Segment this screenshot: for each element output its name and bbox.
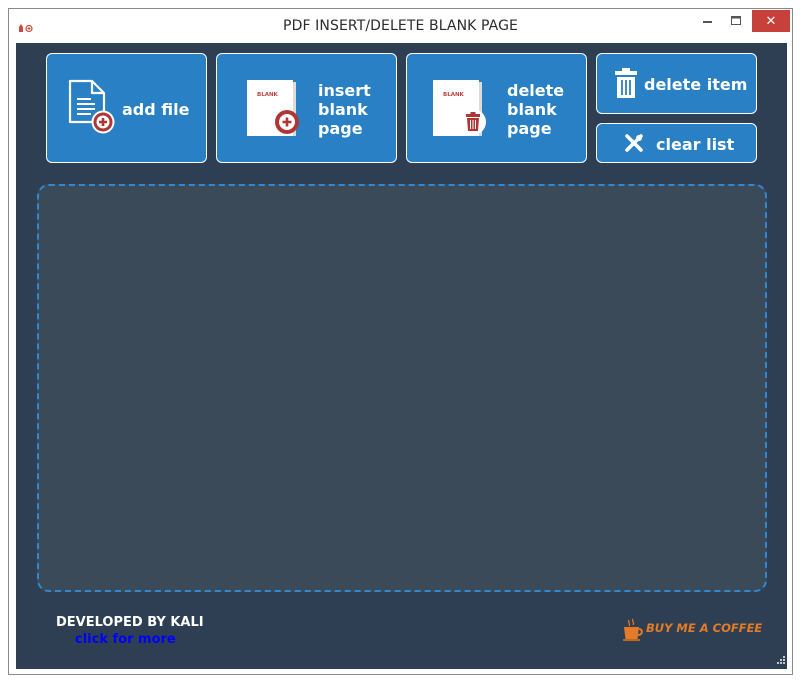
title-bar[interactable]: PDF INSERT/DELETE BLANK PAGE ✕	[9, 9, 792, 44]
window-title: PDF INSERT/DELETE BLANK PAGE	[283, 18, 518, 34]
click-for-more-link[interactable]: click for more	[75, 632, 176, 647]
document-add-icon	[68, 79, 115, 134]
file-list-dropzone[interactable]	[37, 184, 767, 592]
blank-page-text: BLANK	[257, 92, 279, 98]
coffee-cup-icon	[623, 618, 643, 641]
clear-list-label: clear list	[656, 135, 735, 154]
cross-tools-icon	[625, 134, 643, 152]
blank-page-add-icon: BLANK	[247, 80, 299, 136]
delete-blank-page-button[interactable]: BLANK delete blank page	[406, 53, 587, 163]
add-file-button[interactable]: add file	[46, 53, 207, 163]
delete-blank-label: delete blank page	[507, 81, 565, 138]
delete-item-label: delete item	[644, 75, 748, 94]
blank-page-text: BLANK	[443, 92, 465, 98]
buy-me-a-coffee-button[interactable]: BUY ME A COFFEE	[622, 616, 762, 644]
minimize-icon	[703, 21, 712, 23]
buy-me-a-coffee-label: BUY ME A COFFEE	[646, 621, 763, 635]
clear-list-button[interactable]: clear list	[596, 123, 757, 163]
trash-icon	[615, 68, 637, 98]
minimize-button[interactable]	[695, 10, 721, 32]
add-file-label: add file	[122, 100, 190, 119]
app-window: PDF INSERT/DELETE BLANK PAGE ✕ add file …	[8, 8, 793, 675]
resize-grip-icon[interactable]	[776, 655, 786, 665]
insert-blank-label: insert blank page	[318, 81, 371, 138]
delete-item-button[interactable]: delete item	[596, 53, 757, 114]
insert-blank-page-button[interactable]: BLANK insert blank page	[216, 53, 397, 163]
close-button[interactable]: ✕	[752, 10, 790, 32]
maximize-icon	[730, 16, 741, 25]
developer-credit: DEVELOPED BY KALI	[56, 615, 204, 630]
blank-page-trash-icon: BLANK	[433, 80, 486, 136]
close-icon: ✕	[765, 13, 777, 29]
maximize-button[interactable]	[723, 10, 749, 32]
main-panel: add file BLANK insert blank page BLANK d…	[16, 43, 787, 669]
